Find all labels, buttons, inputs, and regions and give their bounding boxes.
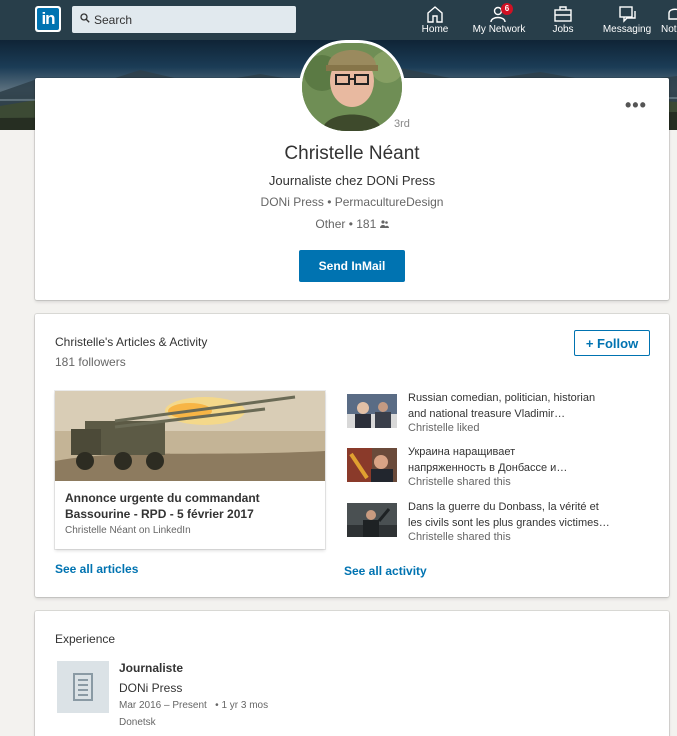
profile-card: 3rd ••• Christelle Néant Journaliste che… <box>35 40 669 300</box>
activity-item[interactable]: Украина наращивает напряженность в Донбас… <box>347 444 637 496</box>
activity-text: Dans la guerre du Donbass, la vérité et l… <box>408 501 610 529</box>
follow-button[interactable]: + Follow <box>574 330 650 356</box>
experience-title: Experience <box>55 632 116 646</box>
experience-company: DONi Press <box>119 681 183 695</box>
top-nav: in Home 6 My Network Jobs Messaging Not <box>0 0 677 40</box>
articles-activity-card: Christelle's Articles & Activity 181 fol… <box>35 314 669 597</box>
nav-my-network-label: My Network <box>472 24 526 35</box>
nav-messaging-label: Messaging <box>602 24 652 35</box>
connection-degree: 3rd <box>394 118 410 130</box>
activity-text: Украина наращивает напряженность в Донбас… <box>408 446 568 474</box>
network-badge: 6 <box>501 3 513 15</box>
profile-location-row: Other • 181 <box>35 217 669 231</box>
experience-location: Donetsk <box>119 717 156 728</box>
nav-messaging[interactable]: Messaging <box>601 5 653 37</box>
article-thumbnail <box>55 391 325 481</box>
search-box[interactable] <box>72 6 296 33</box>
experience-role[interactable]: Journaliste <box>119 661 183 675</box>
article-card[interactable]: Annonce urgente du commandant Bassourine… <box>55 391 325 549</box>
nav-notifications[interactable]: Not <box>661 5 677 37</box>
see-all-articles-link[interactable]: See all articles <box>55 562 138 576</box>
company-logo[interactable] <box>57 661 109 713</box>
search-input[interactable] <box>94 6 290 33</box>
activity-thumbnail <box>347 503 397 537</box>
follower-count: 181 followers <box>55 355 126 369</box>
nav-home-label: Home <box>421 24 449 35</box>
activity-meta: Christelle shared this <box>408 476 511 488</box>
nav-my-network[interactable]: 6 My Network <box>470 3 528 37</box>
bell-icon <box>668 8 677 20</box>
activity-item[interactable]: Russian comedian, politician, historian a… <box>347 390 637 442</box>
logo-text: in <box>37 8 59 30</box>
briefcase-icon <box>554 6 572 22</box>
see-all-activity-link[interactable]: See all activity <box>344 564 427 578</box>
search-icon <box>80 13 90 23</box>
activity-item[interactable]: Dans la guerre du Donbass, la vérité et l… <box>347 499 637 551</box>
building-icon <box>73 673 93 701</box>
nav-home[interactable]: Home <box>420 5 450 37</box>
experience-dates: Mar 2016 – Present • 1 yr 3 mos <box>119 700 269 711</box>
profile-name: Christelle Néant <box>284 143 420 164</box>
people-icon <box>379 220 389 228</box>
profile-companies: DONi Press • PermacultureDesign <box>260 195 444 209</box>
profile-location: Other • 181 <box>315 217 380 231</box>
article-title: Annonce urgente du commandant Bassourine… <box>65 491 260 521</box>
nav-jobs-label: Jobs <box>552 24 574 35</box>
activity-text: Russian comedian, politician, historian a… <box>408 392 596 420</box>
more-options-icon[interactable]: ••• <box>625 96 647 114</box>
home-icon <box>427 6 443 23</box>
messaging-icon <box>619 6 636 23</box>
profile-headline: Journaliste chez DONi Press <box>268 173 436 188</box>
avatar[interactable] <box>299 40 405 134</box>
experience-card: Experience Journaliste DONi Press Mar 20… <box>35 611 669 736</box>
activity-title: Christelle's Articles & Activity <box>55 335 208 349</box>
nav-notifications-label: Not <box>661 24 677 35</box>
nav-jobs[interactable]: Jobs <box>548 5 578 37</box>
send-inmail-button[interactable]: Send InMail <box>299 250 405 282</box>
article-meta: Christelle Néant on LinkedIn <box>65 525 191 536</box>
linkedin-logo[interactable]: in <box>35 6 61 32</box>
activity-thumbnail <box>347 448 397 482</box>
activity-meta: Christelle shared this <box>408 531 511 543</box>
activity-meta: Christelle liked <box>408 422 480 434</box>
activity-thumbnail <box>347 394 397 428</box>
